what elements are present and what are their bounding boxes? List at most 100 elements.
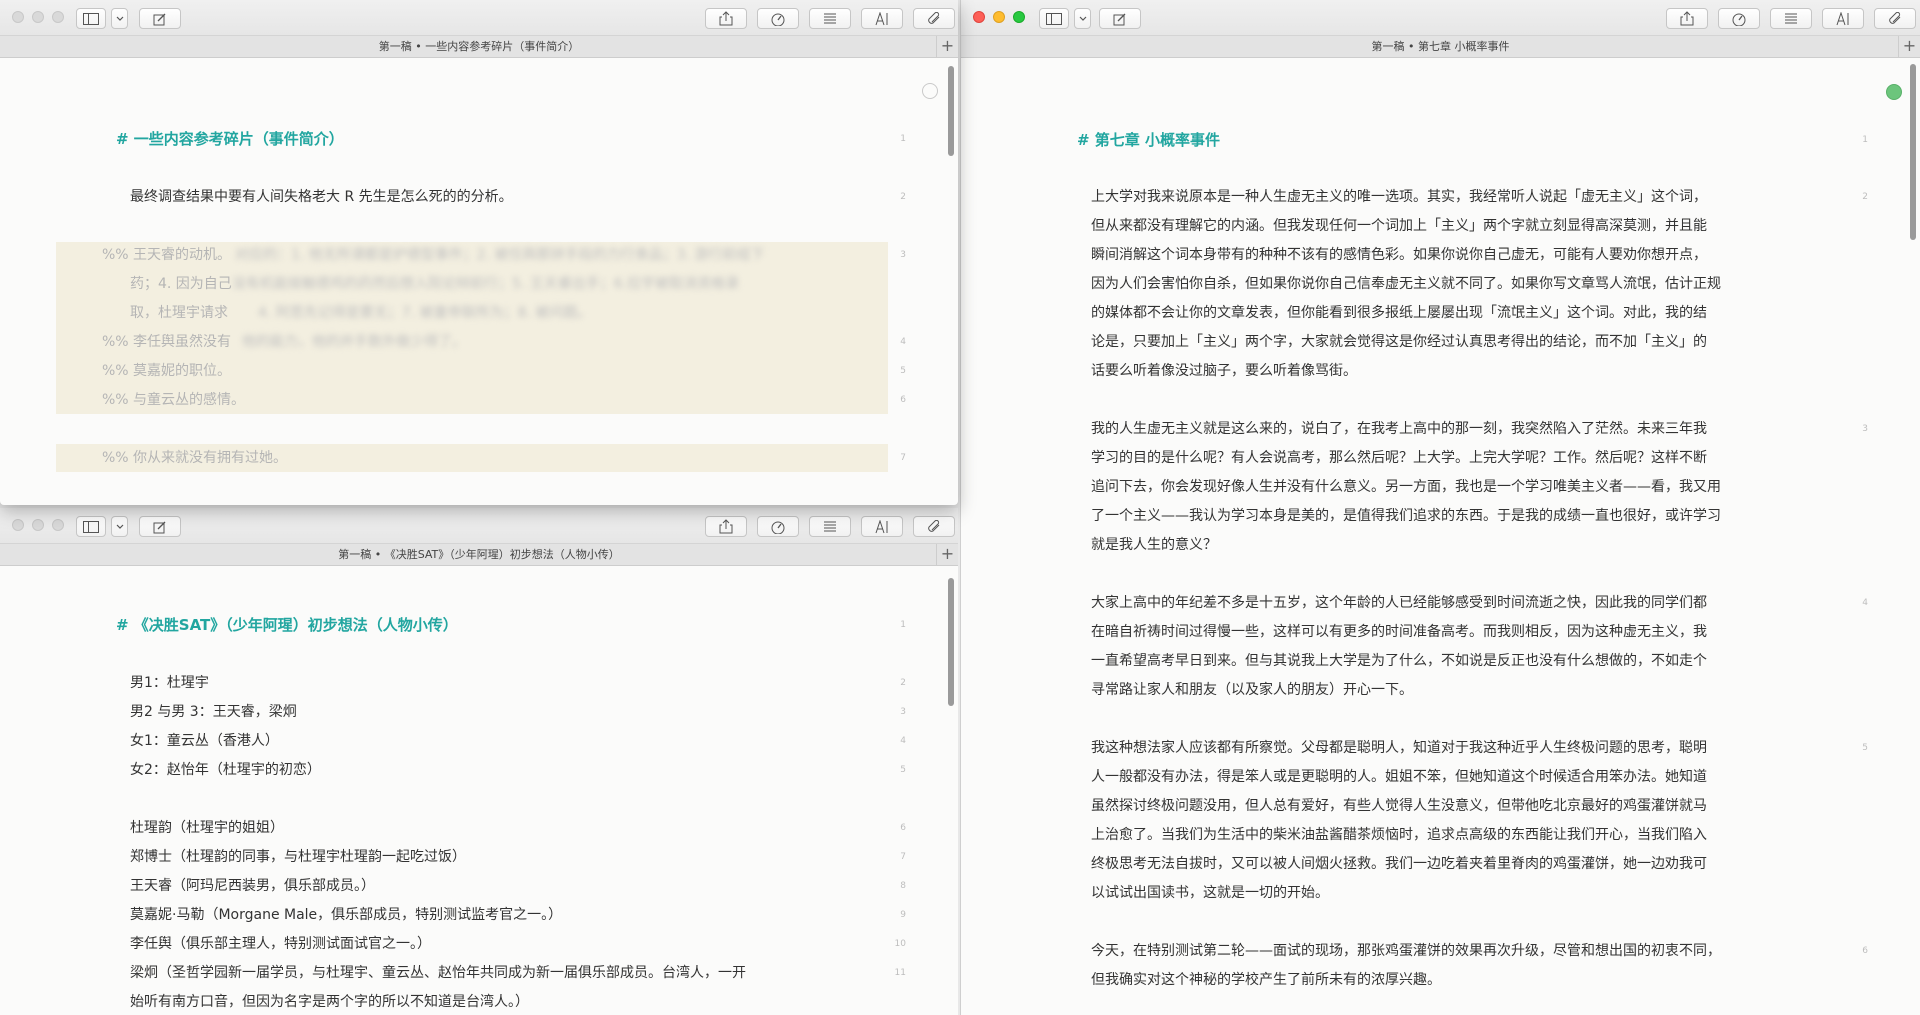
line-number: 7 — [900, 852, 906, 862]
line-number: 3 — [900, 250, 906, 260]
paragraph-line: 了一个主义——我认为学习本身是美的，是值得我们追求的东西。于是我的成绩一直也很好… — [1091, 508, 1721, 524]
share-icon — [719, 519, 733, 534]
line-number: 5 — [1862, 743, 1868, 753]
editor-content[interactable]: # 《决胜SAT》（少年阿瑆）初步想法（人物小传） 1 男1：杜瑆宇 2 男2 … — [0, 566, 958, 1015]
scrollbar[interactable] — [1910, 64, 1916, 240]
line-number: 3 — [1862, 424, 1868, 434]
document-tab[interactable]: 第一稿 • 《决胜SAT》（少年阿瑆）初步想法（人物小传） + — [0, 544, 958, 566]
line-number: 4 — [900, 337, 906, 347]
comment-line: %% 李任舆虽然没有 — [102, 334, 232, 350]
paragraph-line: 但从来都没有理解它的内涵。但我发现任何一个词加上「主义」两个字就立刻显得高深莫测… — [1091, 218, 1707, 234]
editor-window-bottom-left: 第一稿 • 《决胜SAT》（少年阿瑆）初步想法（人物小传） + # 《决胜SAT… — [0, 508, 958, 1015]
comment-line: 药；4. 因为自己 — [130, 276, 232, 292]
tab-title: 第一稿 • 第七章 小概率事件 — [1371, 40, 1510, 53]
paragraph-line: 莫嘉妮·马勒（Morgane Male，俱乐部成员，特别测试监考官之一。） — [130, 907, 563, 923]
paragraph-line: 一直希望高考早日到来。但与其说我上大学是为了什么，不如说是反正也没有什么想做的，… — [1091, 653, 1707, 669]
list-icon — [824, 13, 836, 24]
share-button[interactable] — [705, 516, 747, 537]
document-heading: # 第七章 小概率事件 — [1077, 131, 1221, 149]
sidebar-toggle-button[interactable] — [76, 516, 106, 537]
paragraph-line: 最终调查结果中要有人间失格老大 R 先生是怎么死的的分析。 — [130, 189, 513, 205]
close-button[interactable] — [973, 11, 985, 23]
sidebar-toggle-button[interactable] — [76, 8, 106, 29]
comment-line: %% 莫嘉妮的职位。 — [102, 363, 232, 379]
compose-button[interactable] — [139, 516, 181, 537]
sidebar-toggle-button[interactable] — [1039, 8, 1069, 29]
close-button[interactable] — [12, 519, 24, 531]
zoom-button[interactable] — [52, 519, 64, 531]
compose-button[interactable] — [1099, 8, 1141, 29]
share-button[interactable] — [705, 8, 747, 29]
tab-title: 第一稿 • 一些内容参考碎片（事件简介） — [378, 40, 580, 53]
minimize-button[interactable] — [32, 519, 44, 531]
document-tab[interactable]: 第一稿 • 一些内容参考碎片（事件简介） + — [0, 36, 958, 58]
compose-icon — [1113, 13, 1126, 25]
attachment-button[interactable] — [913, 8, 955, 29]
paragraph-line: 上治愈了。当我们为生活中的柴米油盐酱醋茶烦恼时，追求点高级的东西能让我们开心，当… — [1091, 827, 1707, 843]
paragraph-line: 论是，只要加上「主义」两个字，大家就会觉得这是你经过认真思考得出的结论，而不加「… — [1091, 334, 1707, 350]
paragraph-line: 我这种想法家人应该都有所察觉。父母都是聪明人，知道对于我这种近乎人生终极问题的思… — [1091, 740, 1707, 756]
paragraph-line: 今天，在特别测试第二轮——面试的现场，那张鸡蛋灌饼的效果再次升级，尽管和想出国的… — [1091, 943, 1721, 959]
share-icon — [719, 11, 733, 26]
paragraph-line: 虽然探讨终极问题没用，但人总有爱好，有些人觉得人生没意义，但带他吃北京最好的鸡蛋… — [1091, 798, 1707, 814]
comment-line: 取，杜瑆宇请求 — [130, 305, 228, 321]
plus-icon[interactable]: + — [936, 36, 958, 57]
zoom-button[interactable] — [52, 11, 64, 23]
compose-button[interactable] — [139, 8, 181, 29]
close-button[interactable] — [12, 11, 24, 23]
font-button[interactable] — [861, 8, 903, 29]
plus-icon[interactable]: + — [1898, 36, 1920, 57]
paragraph-line: 但我确实对这个神秘的学校产生了前所未有的浓厚兴趣。 — [1091, 972, 1441, 988]
line-number: 2 — [900, 678, 906, 688]
line-number: 1 — [1862, 135, 1868, 145]
sidebar-menu-button[interactable] — [111, 8, 128, 29]
status-dot-icon — [922, 83, 938, 99]
comment-line: %% 你从来就没有拥有过她。 — [102, 450, 288, 466]
line-number: 4 — [900, 736, 906, 746]
line-number: 1 — [900, 620, 906, 630]
paragraph-line: 学习的目的是什么呢？有人会说高考，那么然后呢？上大学。上完大学呢？工作。然后呢？… — [1091, 450, 1707, 466]
paragraph-line: 瞬间消解这个词本身带有的种种不该有的感情色彩。如果你说你自己虚无，可能有人要劝你… — [1091, 247, 1707, 263]
outline-button[interactable] — [809, 516, 851, 537]
outline-button[interactable] — [809, 8, 851, 29]
statistics-button[interactable] — [757, 516, 799, 537]
tab-title: 第一稿 • 《决胜SAT》（少年阿瑆）初步想法（人物小传） — [338, 548, 620, 561]
line-number: 2 — [900, 192, 906, 202]
line-number: 6 — [900, 395, 906, 405]
traffic-lights — [12, 519, 64, 531]
plus-icon[interactable]: + — [936, 544, 958, 565]
font-button[interactable] — [1822, 8, 1864, 29]
paragraph-line: 上大学对我来说原本是一种人生虚无主义的唯一选项。其实，我经常听人说起「虚无主义」… — [1091, 189, 1707, 205]
editor-window-top-left: 第一稿 • 一些内容参考碎片（事件简介） + # 一些内容参考碎片（事件简介） … — [0, 0, 958, 505]
statistics-button[interactable] — [1718, 8, 1760, 29]
blurred-text: 他的能力，他的并手数外做少得了。 — [242, 334, 466, 350]
paragraph-line: 人一般都没有办法，得是笨人或是更聪明的人。姐姐不笨，但她知道这个时候适合用笨办法… — [1091, 769, 1707, 785]
statistics-button[interactable] — [757, 8, 799, 29]
editor-content[interactable]: # 一些内容参考碎片（事件简介） 1 最终调查结果中要有人间失格老大 R 先生是… — [0, 58, 958, 505]
scrollbar[interactable] — [948, 66, 954, 156]
attachment-button[interactable] — [913, 516, 955, 537]
attachment-button[interactable] — [1874, 8, 1916, 29]
share-button[interactable] — [1666, 8, 1708, 29]
sidebar-menu-button[interactable] — [1074, 8, 1091, 29]
gauge-icon — [771, 521, 785, 534]
editor-content[interactable]: # 第七章 小概率事件 1 2 上大学对我来说原本是一种人生虚无主义的唯一选项。… — [961, 58, 1920, 1015]
zoom-button[interactable] — [1013, 11, 1025, 23]
paragraph-line: 女2：赵怡年（杜瑆宇的初恋） — [130, 762, 321, 778]
document-tab[interactable]: 第一稿 • 第七章 小概率事件 + — [961, 36, 1920, 58]
document-heading: # 《决胜SAT》（少年阿瑆）初步想法（人物小传） — [116, 616, 458, 634]
outline-button[interactable] — [1770, 8, 1812, 29]
line-number: 6 — [900, 823, 906, 833]
scrollbar[interactable] — [948, 578, 954, 706]
gauge-icon — [1732, 13, 1746, 26]
document-heading: # 一些内容参考碎片（事件简介） — [116, 130, 344, 148]
chevron-down-icon — [116, 16, 123, 21]
paperclip-icon — [1888, 11, 1900, 24]
paragraph-line: 杜瑆韵（杜瑆宇的姐姐） — [130, 820, 284, 836]
sidebar-icon — [83, 12, 99, 25]
minimize-button[interactable] — [32, 11, 44, 23]
minimize-button[interactable] — [993, 11, 1005, 23]
font-button[interactable] — [861, 516, 903, 537]
sidebar-menu-button[interactable] — [111, 516, 128, 537]
paragraph-line: 始听有南方口音，但因为名字是两个字的所以不知道是台湾人。） — [130, 994, 529, 1010]
